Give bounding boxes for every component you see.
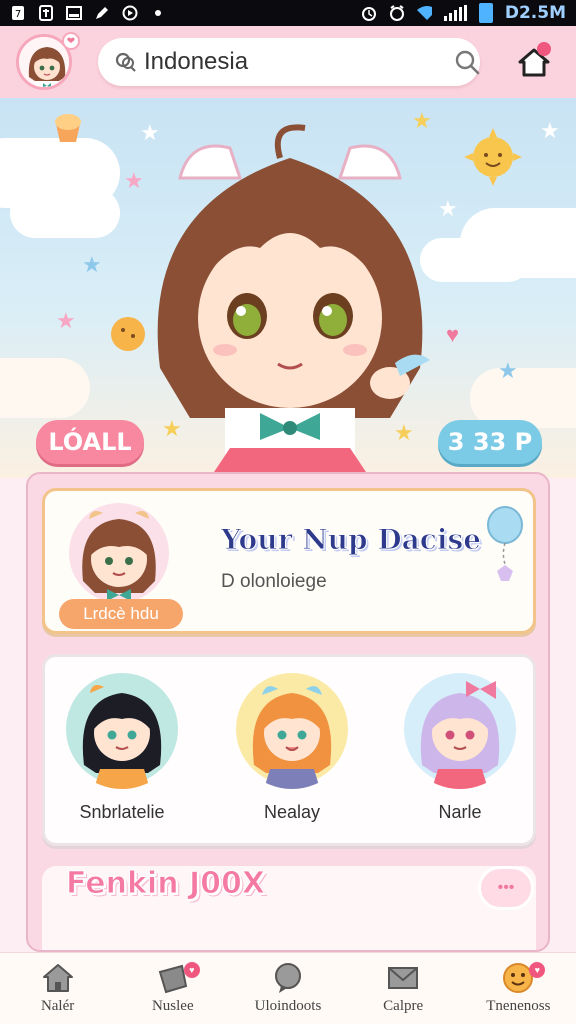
hero-banner: ★ ★ ★ ★ ★ ★ ★ ★ ★ ★ ♥ LÓALL 3 33 P <box>0 98 576 478</box>
nav-item-music[interactable]: ♥ Nuslee <box>118 956 228 1022</box>
notification-badge <box>537 42 551 56</box>
edit-icon <box>94 5 110 21</box>
wifi-icon <box>416 5 432 21</box>
right-hero-pill[interactable]: 3 33 P <box>438 420 542 464</box>
status-time: D2.5M <box>504 3 566 23</box>
star-icon: ★ <box>56 308 76 333</box>
character-avatar <box>66 673 178 789</box>
nav-item-profile[interactable]: ♥ Tnenenoss <box>463 956 573 1022</box>
nav-label: Nalér <box>40 998 75 1014</box>
featured-card[interactable]: Lrdcè hdu Your Nup Dacise D olonloiege <box>42 488 536 634</box>
character-name: Narle <box>438 802 482 822</box>
nav-label: Nuslee <box>151 998 194 1014</box>
nav-item-mail[interactable]: Calpre <box>348 956 458 1022</box>
nav-badge: ♥ <box>183 961 200 978</box>
cloud <box>0 358 90 418</box>
battery-icon <box>478 3 493 23</box>
cloud <box>10 188 120 238</box>
mail-icon <box>388 967 419 989</box>
image-icon <box>66 5 82 21</box>
nav-badge: ♥ <box>529 961 546 978</box>
alarm-icon <box>360 5 376 21</box>
notification-icon: 7 <box>10 5 26 21</box>
character-item[interactable]: Snbrlatelie <box>57 669 187 823</box>
character-item[interactable]: Narle <box>395 669 525 823</box>
app-header: ❤ <box>0 26 576 98</box>
status-bar: 7 D2.5M <box>0 0 576 26</box>
section-title: Fenkin J00X <box>65 866 266 902</box>
star-icon: ★ <box>82 252 102 277</box>
search-icon <box>114 51 136 73</box>
svg-text:7: 7 <box>15 9 21 20</box>
left-hero-pill[interactable]: LÓALL <box>36 420 144 464</box>
nav-label: Uloindoots <box>254 998 322 1014</box>
play-icon <box>122 5 138 21</box>
character-avatar <box>236 673 348 789</box>
section-card: Fenkin J00X ••• <box>42 866 536 950</box>
character-name: Nealay <box>263 802 321 822</box>
content-panel: Lrdcè hdu Your Nup Dacise D olonloiege S… <box>26 472 550 952</box>
star-icon: ★ <box>540 118 560 143</box>
avatar-badge: ❤ <box>62 32 80 50</box>
hero-character-illustration <box>157 124 430 478</box>
sun-icon <box>464 128 522 186</box>
featured-character-illustration <box>69 503 169 603</box>
house-icon <box>42 964 73 992</box>
cloud <box>470 368 576 428</box>
speech-bubble-icon[interactable]: ••• <box>478 866 534 910</box>
featured-title: Your Nup Dacise <box>220 523 482 557</box>
search-bar[interactable] <box>98 38 480 86</box>
bottom-navigation: Nalér ♥ Nuslee Uloindoots Calpre ♥ Tnene… <box>0 952 576 1024</box>
character-item[interactable]: Nealay <box>227 669 357 823</box>
character-avatar <box>404 673 516 789</box>
star-icon: ★ <box>498 358 518 383</box>
character-name: Snbrlatelie <box>79 802 165 822</box>
signal-icon <box>443 5 467 21</box>
nav-label: Tnenenoss <box>486 998 551 1014</box>
featured-tag-button[interactable]: Lrdcè hdu <box>59 599 183 629</box>
cupcake-icon <box>55 114 81 142</box>
download-icon <box>38 5 54 21</box>
nav-item-home[interactable]: Nalér <box>3 956 113 1022</box>
nav-item-chat[interactable]: Uloindoots <box>233 956 343 1022</box>
balloon-icon <box>487 506 523 581</box>
search-button-icon[interactable] <box>454 48 480 76</box>
alarm-clock-icon <box>388 5 404 21</box>
nav-label: Calpre <box>383 998 424 1014</box>
chat-bubble-icon <box>274 963 301 993</box>
dot-icon <box>150 5 166 21</box>
character-list-card: Snbrlatelie Nealay Narle <box>42 654 536 846</box>
featured-subtitle: D olonloiege <box>221 571 327 592</box>
search-input[interactable] <box>144 48 454 76</box>
